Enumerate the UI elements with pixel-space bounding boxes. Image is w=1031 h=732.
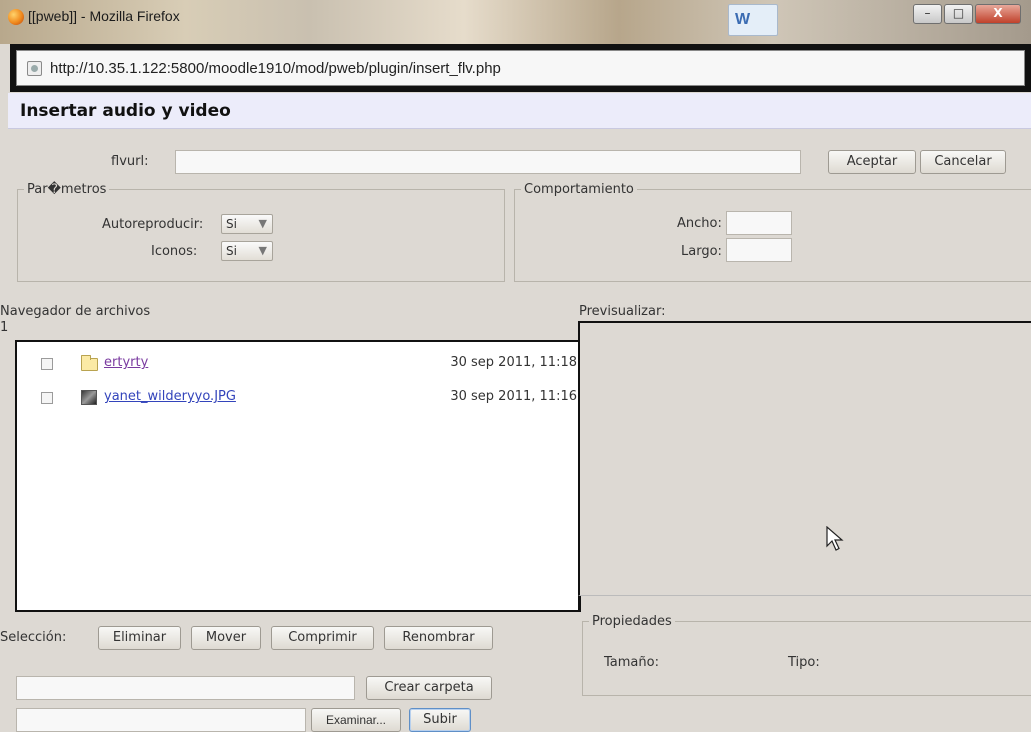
- type-label: Tipo:: [788, 655, 820, 670]
- behavior-legend: Comportamiento: [524, 182, 634, 197]
- address-bar: http://10.35.1.122:5800/moodle1910/mod/p…: [10, 44, 1031, 92]
- properties-legend: Propiedades: [592, 614, 672, 629]
- icons-select[interactable]: Si ▼: [221, 241, 273, 261]
- autoplay-label: Autoreproducir:: [102, 217, 204, 232]
- autoplay-value: Si: [226, 217, 237, 231]
- preview-label: Previsualizar:: [579, 304, 666, 319]
- upload-button[interactable]: Subir: [409, 708, 471, 732]
- folder-icon: [81, 355, 98, 371]
- height-label: Largo:: [681, 244, 722, 259]
- chevron-down-icon: ▼: [258, 217, 267, 230]
- accept-button[interactable]: Aceptar: [828, 150, 916, 174]
- rename-button[interactable]: Renombrar: [384, 626, 493, 650]
- parameters-legend: Par�metros: [27, 182, 107, 197]
- close-button[interactable]: X: [975, 4, 1021, 24]
- minimize-icon: –: [924, 6, 931, 20]
- file-date: 30 sep 2011, 11:18: [450, 355, 577, 370]
- preview-pane: [578, 321, 1031, 596]
- close-icon: X: [993, 6, 1003, 20]
- file-browser-page[interactable]: 1: [0, 320, 8, 335]
- image-file-icon: [81, 390, 97, 405]
- icons-label: Iconos:: [151, 244, 198, 259]
- upload-file-input[interactable]: [16, 708, 306, 732]
- site-identity-icon[interactable]: [27, 60, 42, 76]
- file-link[interactable]: ertyrty: [104, 355, 148, 370]
- autoplay-select[interactable]: Si ▼: [221, 214, 273, 234]
- browse-button[interactable]: Examinar...: [311, 708, 401, 732]
- size-label: Tamaño:: [604, 655, 659, 670]
- word-taskbar-icon[interactable]: W: [728, 4, 778, 36]
- firefox-logo-icon: [8, 9, 24, 25]
- selection-label: Selección:: [0, 630, 67, 645]
- maximize-icon: □: [952, 6, 965, 20]
- cancel-button[interactable]: Cancelar: [920, 150, 1006, 174]
- width-label: Ancho:: [677, 216, 722, 231]
- flvurl-label: flvurl:: [111, 154, 149, 169]
- window-controls: – □ X: [911, 4, 1021, 24]
- window-titlebar: [[pweb]] - Mozilla Firefox W – □ X: [0, 0, 1031, 44]
- minimize-button[interactable]: –: [913, 4, 942, 24]
- page-title: Insertar audio y video: [20, 101, 231, 121]
- icons-value: Si: [226, 244, 237, 258]
- page-content: flvurl: Aceptar Cancelar Par�metros Auto…: [0, 130, 1031, 732]
- file-link[interactable]: yanet_wilderyyo.JPG: [104, 389, 236, 404]
- file-browser-label: Navegador de archivos: [0, 304, 151, 319]
- compress-button[interactable]: Comprimir: [271, 626, 374, 650]
- chevron-down-icon: ▼: [258, 244, 267, 257]
- maximize-button[interactable]: □: [944, 4, 973, 24]
- flvurl-input[interactable]: [175, 150, 801, 174]
- window-title: [[pweb]] - Mozilla Firefox: [28, 8, 180, 24]
- new-folder-input[interactable]: [16, 676, 355, 700]
- url-field[interactable]: http://10.35.1.122:5800/moodle1910/mod/p…: [16, 50, 1025, 86]
- width-input[interactable]: [726, 211, 792, 235]
- file-checkbox[interactable]: [41, 358, 53, 370]
- delete-button[interactable]: Eliminar: [98, 626, 181, 650]
- mouse-pointer-icon: [826, 526, 844, 551]
- height-input[interactable]: [726, 238, 792, 262]
- file-date: 30 sep 2011, 11:16: [450, 389, 577, 404]
- list-item[interactable]: ertyrty 30 sep 2011, 11:18: [17, 354, 577, 376]
- file-list: ertyrty 30 sep 2011, 11:18 yanet_wildery…: [15, 340, 581, 612]
- url-text[interactable]: http://10.35.1.122:5800/moodle1910/mod/p…: [50, 60, 501, 77]
- move-button[interactable]: Mover: [191, 626, 261, 650]
- create-folder-button[interactable]: Crear carpeta: [366, 676, 492, 700]
- page-header: Insertar audio y video: [8, 93, 1031, 129]
- file-checkbox[interactable]: [41, 392, 53, 404]
- list-item[interactable]: yanet_wilderyyo.JPG 30 sep 2011, 11:16: [17, 388, 577, 410]
